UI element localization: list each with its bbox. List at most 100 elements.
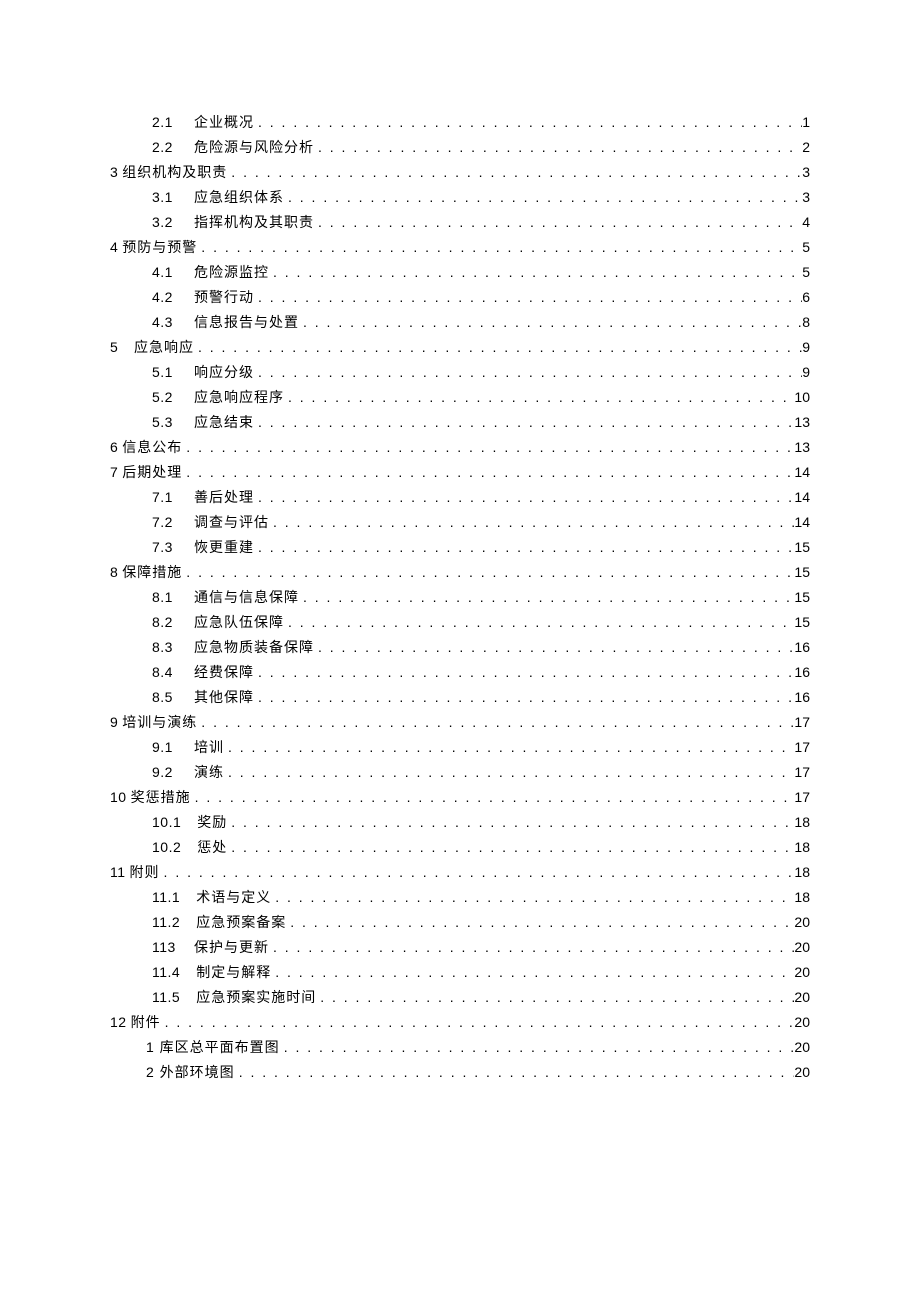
toc-title: 其他保障: [194, 685, 254, 710]
toc-title: 应急物质装备保障: [194, 635, 314, 660]
toc-entry: 10 奖惩措施17: [110, 785, 810, 810]
toc-title: 应急响应: [134, 335, 194, 360]
toc-entry: 4.1危险源监控5: [110, 260, 810, 285]
toc-page-number: 16: [794, 685, 810, 710]
toc-number: 3.1: [152, 185, 178, 210]
toc-title: 应急预案实施时间: [196, 985, 316, 1010]
toc-entry: 4.3信息报告与处置8: [110, 310, 810, 335]
toc-page-number: 15: [794, 610, 810, 635]
toc-page-number: 20: [794, 1060, 810, 1085]
toc-number: 11.5: [152, 985, 180, 1010]
toc-leader-dots: [271, 960, 794, 985]
toc-title: 应急队伍保障: [194, 610, 284, 635]
toc-title: 制定与解释: [196, 960, 271, 985]
toc-title: 附件: [131, 1010, 161, 1035]
toc-number: 8.5: [152, 685, 178, 710]
toc-leader-dots: [254, 660, 794, 685]
toc-title: 应急预案备案: [196, 910, 286, 935]
toc-entry: 2.2危险源与风险分析2: [110, 135, 810, 160]
toc-number: 10.2: [152, 835, 181, 860]
toc-page-number: 1: [802, 110, 810, 135]
toc-title: 通信与信息保障: [194, 585, 299, 610]
toc-leader-dots: [254, 685, 794, 710]
toc-entry: 5.3应急结束13: [110, 410, 810, 435]
toc-entry: 10.2惩处18: [110, 835, 810, 860]
toc-leader-dots: [280, 1035, 795, 1060]
toc-leader-dots: [314, 635, 794, 660]
toc-page-number: 15: [794, 560, 810, 585]
toc-page-number: 5: [802, 235, 810, 260]
toc-page-number: 17: [794, 735, 810, 760]
toc-number: 7.3: [152, 535, 178, 560]
toc-leader-dots: [182, 560, 794, 585]
toc-number: 8.4: [152, 660, 178, 685]
toc-entry: 3.1 应急组织体系 3: [110, 185, 810, 210]
toc-entry: 11.2应急预案备案20: [110, 910, 810, 935]
toc-title: 应急响应程序: [194, 385, 284, 410]
toc-leader-dots: [269, 510, 794, 535]
toc-number: 3: [110, 160, 118, 185]
toc-number: 11.2: [152, 910, 180, 935]
toc-entry: 7.3恢更重建15: [110, 535, 810, 560]
toc-entry: 11.1术语与定义18: [110, 885, 810, 910]
toc-entry: 7 后期处理14: [110, 460, 810, 485]
toc-title: 危险源与风险分析: [194, 135, 314, 160]
toc-number: 4.3: [152, 310, 178, 335]
toc-number: 11.1: [152, 885, 180, 910]
toc-title: 应急组织体系: [194, 185, 284, 210]
toc-number: 8.3: [152, 635, 178, 660]
toc-title: 善后处理: [194, 485, 254, 510]
toc-entry: 8.1通信与信息保障15: [110, 585, 810, 610]
toc-page-number: 17: [794, 760, 810, 785]
toc-entry: 5.1响应分级9: [110, 360, 810, 385]
toc-page-number: 13: [794, 435, 810, 460]
toc-title: 术语与定义: [196, 885, 271, 910]
toc-leader-dots: [314, 210, 802, 235]
toc-number: 8.2: [152, 610, 178, 635]
toc-title: 经费保障: [194, 660, 254, 685]
toc-page-number: 5: [802, 260, 810, 285]
toc-title: 保障措施: [122, 560, 182, 585]
toc-title: 培训与演练: [122, 710, 197, 735]
toc-title: 恢更重建: [194, 535, 254, 560]
toc-leader-dots: [299, 585, 794, 610]
toc-leader-dots: [235, 1060, 795, 1085]
toc-page-number: 3: [802, 185, 810, 210]
toc-entry: 7.1善后处理14: [110, 485, 810, 510]
toc-title: 预防与预警: [122, 235, 197, 260]
toc-leader-dots: [271, 885, 794, 910]
toc-title: 惩处: [197, 835, 227, 860]
toc-entry: 5 应急响应9: [110, 335, 810, 360]
toc-leader-dots: [227, 810, 794, 835]
toc-leader-dots: [227, 160, 802, 185]
toc-page-number: 6: [802, 285, 810, 310]
toc-entry: 9 培训与演练17: [110, 710, 810, 735]
toc-number: 7.1: [152, 485, 178, 510]
toc-leader-dots: [182, 460, 794, 485]
toc-title: 奖励: [197, 810, 227, 835]
toc-page-number: 18: [794, 810, 810, 835]
toc-title: 1 库区总平面布置图: [146, 1035, 280, 1060]
toc-leader-dots: [269, 260, 802, 285]
toc-leader-dots: [197, 235, 802, 260]
toc-leader-dots: [284, 385, 794, 410]
toc-number: 113: [152, 935, 178, 960]
toc-number: 2.2: [152, 135, 178, 160]
toc-entry: 9.2演练17: [110, 760, 810, 785]
toc-page-number: 8: [802, 310, 810, 335]
toc-leader-dots: [161, 1010, 795, 1035]
toc-number: 10: [110, 785, 127, 810]
toc-title: 培训: [194, 735, 224, 760]
toc-leader-dots: [191, 785, 795, 810]
toc-number: 4.2: [152, 285, 178, 310]
toc-page-number: 18: [794, 860, 810, 885]
toc-entry: 3 组织机构及职责3: [110, 160, 810, 185]
toc-leader-dots: [254, 535, 794, 560]
toc-number: 8: [110, 560, 118, 585]
toc-number: 5: [110, 335, 118, 360]
toc-entry: 9.1培训17: [110, 735, 810, 760]
toc-leader-dots: [254, 285, 802, 310]
toc-leader-dots: [224, 760, 794, 785]
toc-entry: 8.4经费保障16: [110, 660, 810, 685]
toc-page-number: 17: [794, 785, 810, 810]
